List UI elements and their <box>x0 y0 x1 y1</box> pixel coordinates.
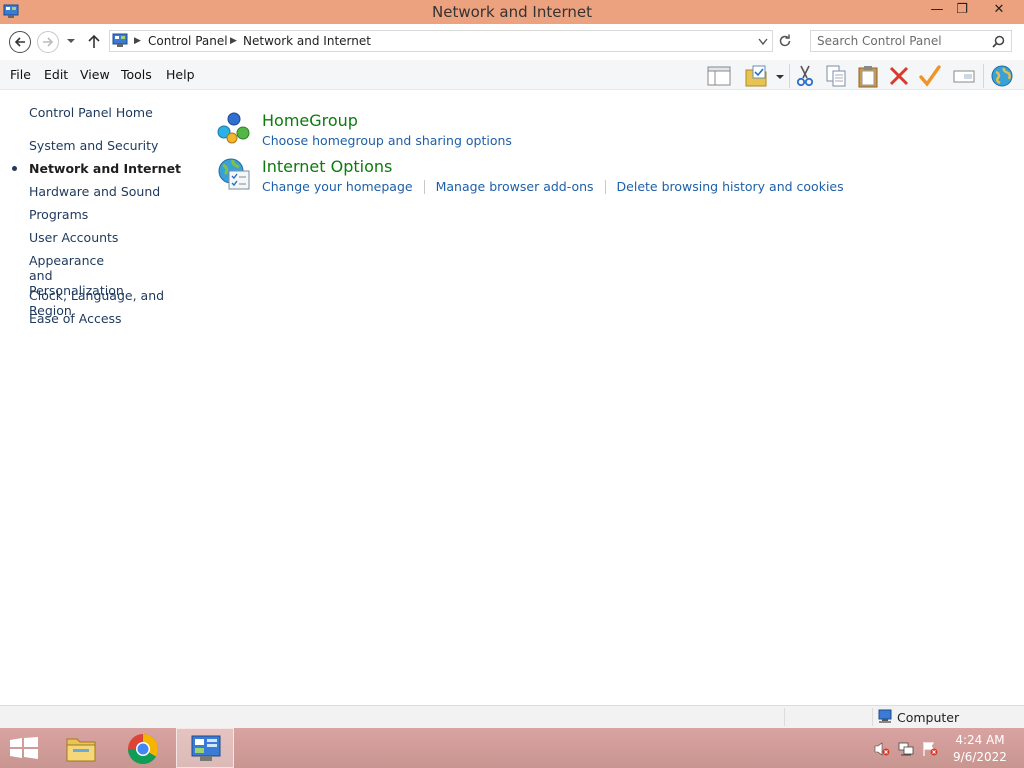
delete-icon[interactable] <box>887 64 911 88</box>
copy-icon[interactable] <box>824 64 848 88</box>
windows-start-icon[interactable] <box>10 737 38 759</box>
file-explorer-icon <box>66 738 96 762</box>
left-navigation-pane: Control Panel Home System and Security N… <box>0 91 205 701</box>
computer-icon <box>878 709 892 723</box>
breadcrumb-arrow-icon[interactable]: ▶ <box>134 36 141 46</box>
checkmark-icon[interactable] <box>918 64 942 88</box>
main-content: HomeGroup Choose homegroup and sharing o… <box>205 91 1024 701</box>
recent-locations-chevron-icon[interactable] <box>66 37 76 45</box>
menu-bar: File Edit View Tools Help <box>0 60 1024 90</box>
close-button[interactable]: ✕ <box>984 0 1014 22</box>
control-panel-icon <box>112 33 128 47</box>
status-bar: Computer <box>0 705 1024 728</box>
homegroup-title-link[interactable]: HomeGroup <box>262 111 358 130</box>
homegroup-icon[interactable] <box>217 111 251 145</box>
forward-button[interactable] <box>37 31 59 53</box>
address-bar[interactable]: ▶ Control Panel ▶ Network and Internet <box>109 30 773 52</box>
network-icon[interactable] <box>898 741 914 757</box>
window-title: Network and Internet <box>432 3 592 21</box>
toolbar-separator <box>789 64 790 88</box>
clock-date[interactable]: 9/6/2022 <box>944 750 1016 764</box>
delete-browsing-history-link[interactable]: Delete browsing history and cookies <box>617 179 844 194</box>
restore-button[interactable]: ❐ <box>947 0 977 22</box>
homegroup-task-links: Choose homegroup and sharing options <box>262 133 512 148</box>
menu-edit[interactable]: Edit <box>44 67 68 82</box>
speaker-muted-icon[interactable] <box>874 741 890 757</box>
clock-time[interactable]: 4:24 AM <box>944 733 1016 747</box>
navigation-bar: ▶ Control Panel ▶ Network and Internet <box>0 24 1024 60</box>
taskbar-chrome[interactable] <box>114 728 172 768</box>
link-separator <box>423 180 425 194</box>
sidebar-item-user-accounts[interactable]: User Accounts <box>29 230 199 245</box>
toolbar-separator <box>983 64 984 88</box>
back-button[interactable] <box>9 31 31 53</box>
arrow-left-icon <box>14 37 25 47</box>
control-panel-icon <box>191 735 221 761</box>
search-box[interactable] <box>810 30 1012 52</box>
title-bar: Network and Internet — ❐ ✕ <box>0 0 1024 24</box>
sidebar-item-system-and-security[interactable]: System and Security <box>29 138 199 153</box>
cut-icon[interactable] <box>793 64 817 88</box>
paste-icon[interactable] <box>856 64 880 88</box>
internet-options-title-link[interactable]: Internet Options <box>262 157 392 176</box>
taskbar-file-explorer[interactable] <box>52 728 110 768</box>
menu-file[interactable]: File <box>10 67 31 82</box>
search-icon[interactable] <box>992 35 1005 48</box>
search-input[interactable] <box>817 33 987 49</box>
breadcrumb-control-panel[interactable]: Control Panel <box>148 34 228 48</box>
status-divider <box>872 708 873 726</box>
internet-icon[interactable] <box>990 64 1014 88</box>
internet-options-task-links: Change your homepage Manage browser add-o… <box>262 179 844 194</box>
current-category-bullet <box>12 166 17 171</box>
manage-browser-add-ons-link[interactable]: Manage browser add-ons <box>436 179 594 194</box>
choose-homegroup-link[interactable]: Choose homegroup and sharing options <box>262 133 512 148</box>
address-history-chevron-icon[interactable] <box>758 38 768 46</box>
rename-icon[interactable] <box>952 64 976 88</box>
layout-icon[interactable] <box>707 64 731 88</box>
sidebar-item-ease-of-access[interactable]: Ease of Access <box>29 311 199 326</box>
change-homepage-link[interactable]: Change your homepage <box>262 179 413 194</box>
menu-help[interactable]: Help <box>166 67 195 82</box>
properties-dropdown-chevron-icon[interactable] <box>775 73 785 81</box>
control-panel-window: Network and Internet — ❐ ✕ ▶ Control Pan… <box>0 0 1024 728</box>
refresh-icon[interactable] <box>776 32 794 50</box>
status-divider <box>784 708 785 726</box>
taskbar-control-panel[interactable] <box>176 728 234 768</box>
arrow-right-icon <box>43 37 54 47</box>
action-center-flag-icon[interactable] <box>922 741 938 757</box>
menu-view[interactable]: View <box>80 67 110 82</box>
menu-tools[interactable]: Tools <box>121 67 152 82</box>
sidebar-item-programs[interactable]: Programs <box>29 207 199 222</box>
sidebar-item-hardware-and-sound[interactable]: Hardware and Sound <box>29 184 199 199</box>
taskbar: 4:24 AM 9/6/2022 <box>0 728 1024 768</box>
chrome-icon <box>128 734 159 765</box>
link-separator <box>604 180 606 194</box>
properties-icon[interactable] <box>744 64 768 88</box>
control-panel-home-link[interactable]: Control Panel Home <box>29 105 199 120</box>
up-arrow-icon[interactable] <box>87 33 101 49</box>
internet-options-icon[interactable] <box>217 157 251 191</box>
sidebar-item-network-and-internet[interactable]: Network and Internet <box>29 161 199 176</box>
status-location-label: Computer <box>897 710 960 725</box>
breadcrumb-arrow-icon[interactable]: ▶ <box>230 36 237 46</box>
breadcrumb-network-and-internet[interactable]: Network and Internet <box>243 34 371 48</box>
